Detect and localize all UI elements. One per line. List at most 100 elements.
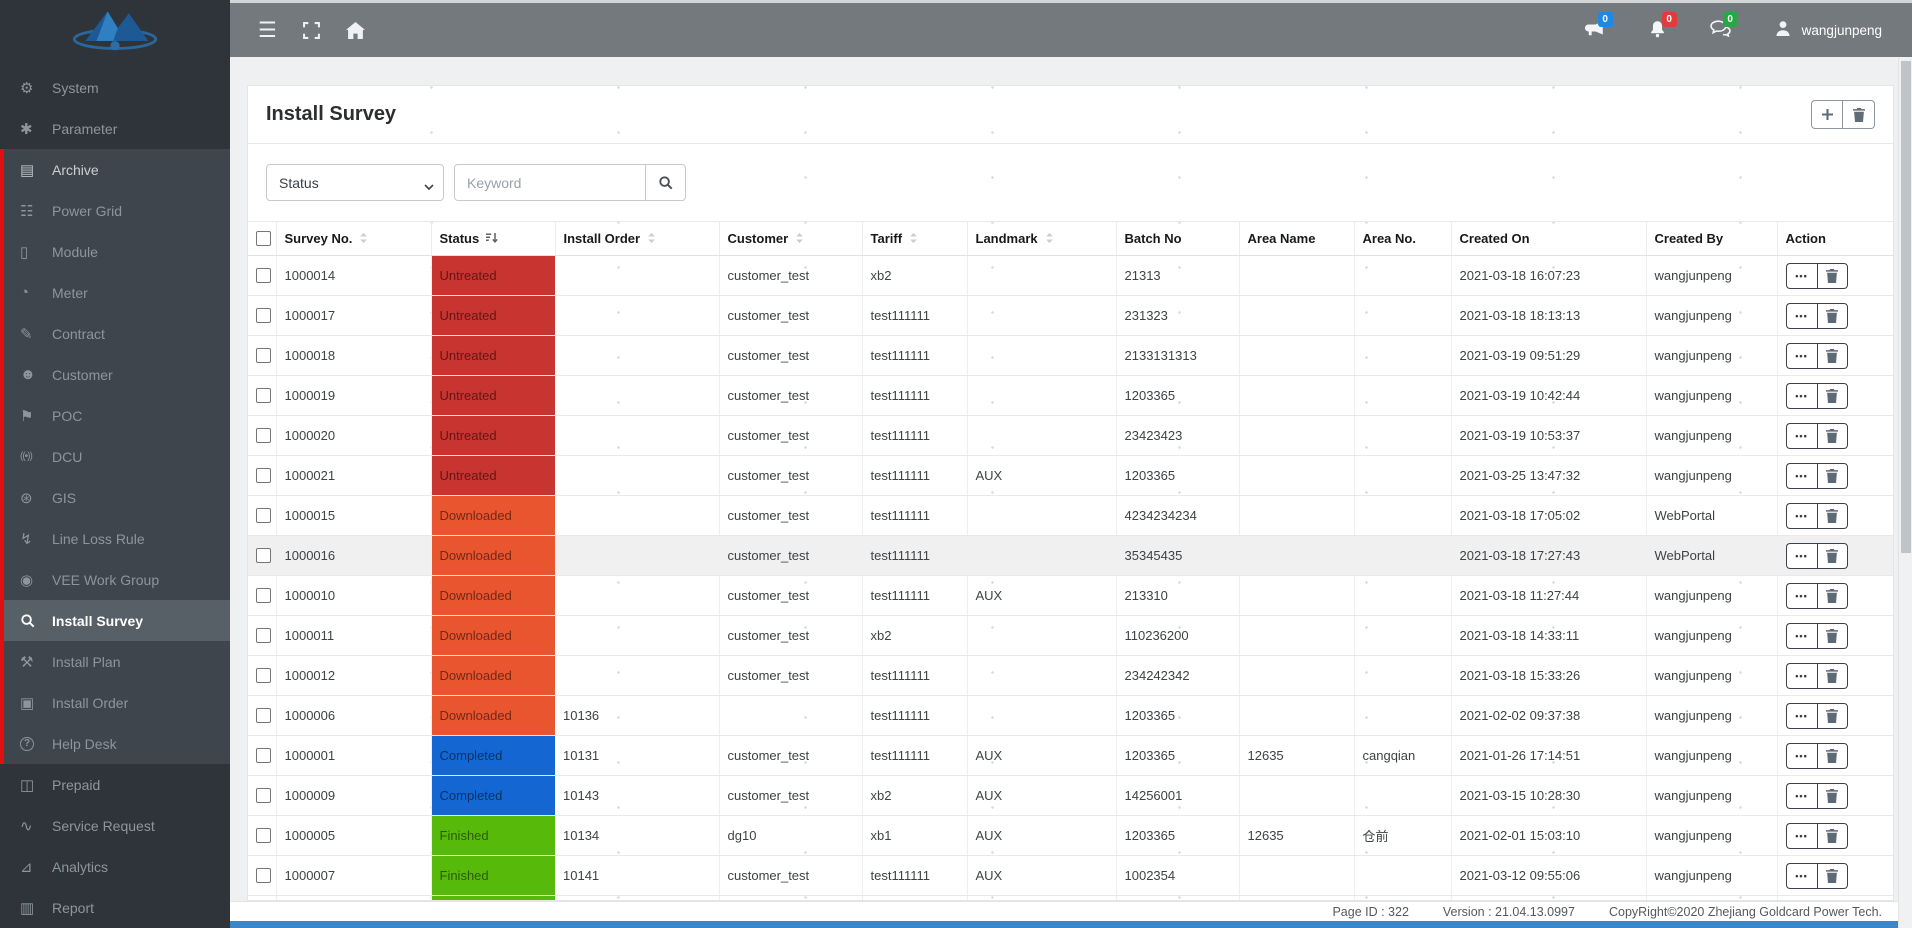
sidebar-item-dcu[interactable]: ((•))DCU: [0, 436, 230, 477]
add-button[interactable]: [1811, 100, 1843, 129]
row-delete-button[interactable]: [1817, 263, 1848, 289]
delete-button[interactable]: [1843, 100, 1875, 129]
row-delete-button[interactable]: [1817, 663, 1848, 689]
row-checkbox[interactable]: [256, 708, 271, 723]
sidebar-item-help-desk[interactable]: ?Help Desk: [0, 723, 230, 764]
row-select-cell[interactable]: [248, 296, 276, 336]
row-delete-button[interactable]: [1817, 543, 1848, 569]
row-more-button[interactable]: •••: [1786, 503, 1817, 529]
alerts-button[interactable]: 0: [1649, 20, 1666, 41]
sidebar-item-gis[interactable]: ⊛GIS: [0, 477, 230, 518]
row-checkbox[interactable]: [256, 868, 271, 883]
row-select-cell[interactable]: [248, 736, 276, 776]
column-header-tariff[interactable]: Tariff: [862, 222, 967, 256]
sidebar-item-archive[interactable]: ▤Archive: [0, 149, 230, 190]
sidebar-item-install-order[interactable]: ▣Install Order: [0, 682, 230, 723]
sidebar-item-meter[interactable]: ◔Meter: [0, 272, 230, 313]
row-delete-button[interactable]: [1817, 423, 1848, 449]
row-delete-button[interactable]: [1817, 703, 1848, 729]
row-checkbox[interactable]: [256, 348, 271, 363]
row-checkbox[interactable]: [256, 388, 271, 403]
row-more-button[interactable]: •••: [1786, 543, 1817, 569]
row-more-button[interactable]: •••: [1786, 863, 1817, 889]
row-more-button[interactable]: •••: [1786, 263, 1817, 289]
row-checkbox[interactable]: [256, 628, 271, 643]
sidebar-item-line-loss-rule[interactable]: ↯Line Loss Rule: [0, 518, 230, 559]
sidebar-item-vee-work-group[interactable]: ◉VEE Work Group: [0, 559, 230, 600]
row-more-button[interactable]: •••: [1786, 783, 1817, 809]
row-select-cell[interactable]: [248, 816, 276, 856]
row-select-cell[interactable]: [248, 576, 276, 616]
row-checkbox[interactable]: [256, 268, 271, 283]
row-select-cell[interactable]: [248, 496, 276, 536]
row-delete-button[interactable]: [1817, 783, 1848, 809]
sidebar-item-contract[interactable]: ✎Contract: [0, 313, 230, 354]
row-delete-button[interactable]: [1817, 583, 1848, 609]
row-more-button[interactable]: •••: [1786, 343, 1817, 369]
row-more-button[interactable]: •••: [1786, 303, 1817, 329]
row-delete-button[interactable]: [1817, 743, 1848, 769]
row-select-cell[interactable]: [248, 696, 276, 736]
sidebar-item-report[interactable]: ▥Report: [0, 887, 230, 928]
row-more-button[interactable]: •••: [1786, 743, 1817, 769]
sidebar-item-install-survey[interactable]: Install Survey: [0, 600, 230, 641]
user-menu[interactable]: wangjunpeng: [1775, 20, 1882, 40]
sidebar-item-analytics[interactable]: ⊿Analytics: [0, 846, 230, 887]
row-delete-button[interactable]: [1817, 463, 1848, 489]
sidebar-item-system[interactable]: ⚙System: [0, 67, 230, 108]
row-checkbox[interactable]: [256, 428, 271, 443]
row-delete-button[interactable]: [1817, 303, 1848, 329]
row-select-cell[interactable]: [248, 856, 276, 896]
row-delete-button[interactable]: [1817, 863, 1848, 889]
row-checkbox[interactable]: [256, 468, 271, 483]
announcements-button[interactable]: 0: [1585, 20, 1605, 41]
sidebar-item-power-grid[interactable]: ☷Power Grid: [0, 190, 230, 231]
column-header-install-order[interactable]: Install Order: [555, 222, 719, 256]
sidebar-item-customer[interactable]: ☻Customer: [0, 354, 230, 395]
row-delete-button[interactable]: [1817, 383, 1848, 409]
row-select-cell[interactable]: [248, 256, 276, 296]
row-delete-button[interactable]: [1817, 823, 1848, 849]
row-more-button[interactable]: •••: [1786, 703, 1817, 729]
row-select-cell[interactable]: [248, 416, 276, 456]
app-logo[interactable]: [0, 0, 230, 57]
row-more-button[interactable]: •••: [1786, 383, 1817, 409]
sidebar-item-prepaid[interactable]: ◫Prepaid: [0, 764, 230, 805]
row-select-cell[interactable]: [248, 456, 276, 496]
row-checkbox[interactable]: [256, 828, 271, 843]
row-select-cell[interactable]: [248, 336, 276, 376]
row-more-button[interactable]: •••: [1786, 663, 1817, 689]
column-header-customer[interactable]: Customer: [719, 222, 862, 256]
row-delete-button[interactable]: [1817, 343, 1848, 369]
row-select-cell[interactable]: [248, 656, 276, 696]
messages-button[interactable]: 0: [1710, 20, 1731, 40]
row-checkbox[interactable]: [256, 308, 271, 323]
sidebar-item-service-request[interactable]: ∿Service Request: [0, 805, 230, 846]
search-button[interactable]: [646, 164, 686, 201]
sidebar-item-module[interactable]: ▯Module: [0, 231, 230, 272]
row-more-button[interactable]: •••: [1786, 823, 1817, 849]
row-checkbox[interactable]: [256, 508, 271, 523]
row-select-cell[interactable]: [248, 376, 276, 416]
sidebar-item-install-plan[interactable]: ⚒Install Plan: [0, 641, 230, 682]
row-delete-button[interactable]: [1817, 503, 1848, 529]
column-header-landmark[interactable]: Landmark: [967, 222, 1116, 256]
column-header-survey-no-[interactable]: Survey No.: [276, 222, 431, 256]
row-more-button[interactable]: •••: [1786, 583, 1817, 609]
row-more-button[interactable]: •••: [1786, 423, 1817, 449]
row-more-button[interactable]: •••: [1786, 463, 1817, 489]
fullscreen-icon[interactable]: [303, 22, 320, 39]
row-select-cell[interactable]: [248, 536, 276, 576]
row-checkbox[interactable]: [256, 668, 271, 683]
window-scrollbar[interactable]: [1898, 57, 1912, 928]
row-checkbox[interactable]: [256, 748, 271, 763]
column-header-status[interactable]: Status: [431, 222, 555, 256]
menu-toggle-icon[interactable]: ☰: [258, 20, 277, 41]
row-select-cell[interactable]: [248, 776, 276, 816]
row-checkbox[interactable]: [256, 548, 271, 563]
home-icon[interactable]: [346, 22, 365, 39]
status-select[interactable]: Status: [266, 164, 444, 201]
row-select-cell[interactable]: [248, 616, 276, 656]
row-more-button[interactable]: •••: [1786, 623, 1817, 649]
select-all-header[interactable]: [248, 222, 276, 256]
